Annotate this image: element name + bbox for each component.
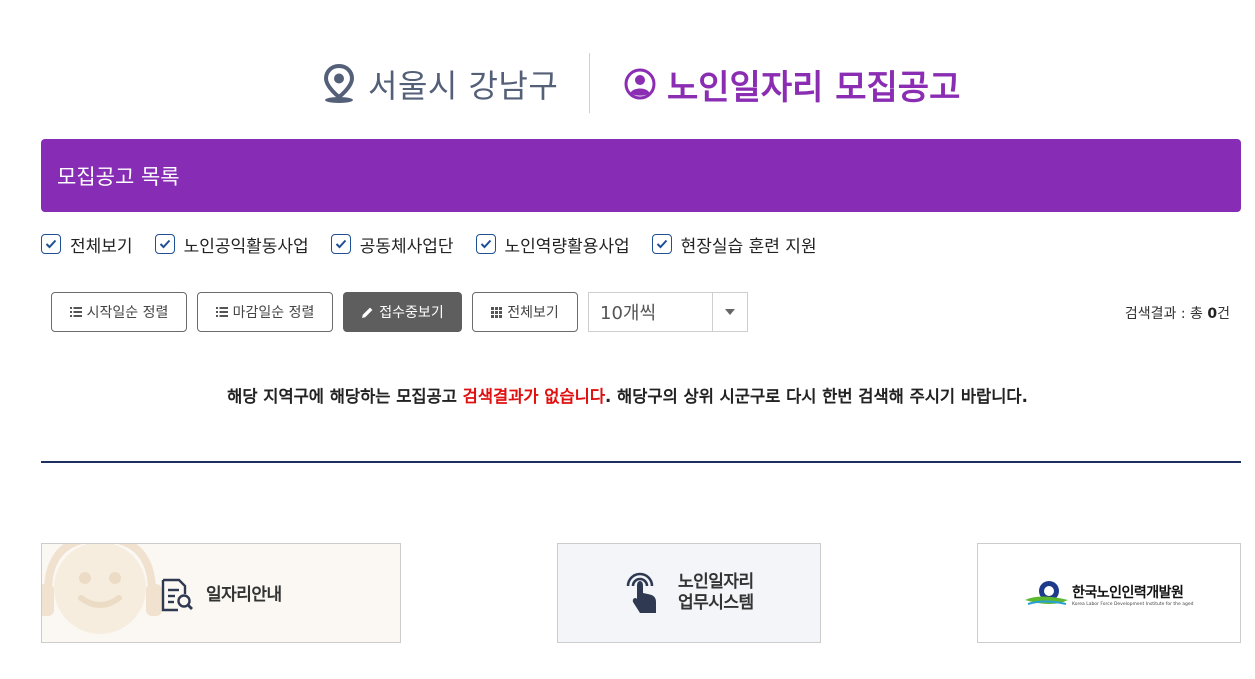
filter-community-business[interactable]: 공동체사업단 [330, 232, 454, 257]
check-icon [480, 239, 491, 249]
result-number: 0 [1207, 306, 1218, 322]
touch-hand-icon [626, 572, 656, 613]
logo-english: Korea Labor Force Development Institute … [1072, 601, 1194, 607]
view-open-button[interactable]: 접수중보기 [343, 292, 462, 332]
message-part1: 해당 지역구에 해당하는 모집공고 [227, 387, 463, 406]
checkbox[interactable] [41, 234, 61, 254]
checkbox[interactable] [651, 234, 672, 254]
list-header-bar: 모집공고 목록 [41, 139, 1241, 212]
sort-end-button[interactable]: 마감일순 정렬 [197, 292, 333, 332]
location-text: 서울시 강남구 [368, 67, 559, 105]
list-icon [69, 307, 82, 317]
logo-korean: 한국노인인력개발원 [1072, 584, 1184, 601]
filter-label: 노인공익활동사업 [183, 236, 309, 257]
chevron-down-icon[interactable] [712, 293, 747, 331]
filter-checkboxes: 전체보기 노인공익활동사업 공동체사업단 노인역량활용사업 현장실습 훈련 지원 [41, 232, 839, 257]
filter-field-training[interactable]: 현장실습 훈련 지원 [651, 232, 817, 257]
page-size-select[interactable]: 10개씩 [588, 292, 748, 332]
institute-logo-text: 한국노인인력개발원 Korea Labor Force Development … [1072, 582, 1193, 607]
search-result-count: 검색결과 : 총 0건 [1125, 303, 1230, 323]
checkbox[interactable] [475, 234, 496, 254]
institute-logo-icon [1025, 581, 1068, 605]
message-part2: . 해당구의 상위 시군구로 다시 한번 검색해 주시기 바랍니다. [605, 387, 1028, 406]
page-title-text: 노인일자리 모집공고 [667, 67, 961, 108]
filter-all[interactable]: 전체보기 [41, 232, 133, 257]
filter-label: 공동체사업단 [359, 236, 454, 257]
document-search-icon [161, 578, 193, 612]
check-icon [335, 239, 346, 249]
filter-capacity-utilization[interactable]: 노인역량활용사업 [475, 232, 630, 257]
filter-label: 노인역량활용사업 [504, 236, 630, 257]
location-pin-icon [323, 64, 355, 103]
list-controls: 시작일순 정렬 마감일순 정렬 접수중보기 전체보기 10개씩 [51, 292, 748, 332]
institute-logo-card[interactable]: 한국노인인력개발원 Korea Labor Force Development … [977, 543, 1241, 643]
message-highlight: 검색결과가 없습니다 [462, 387, 606, 406]
checkbox[interactable] [330, 234, 351, 254]
header-divider [589, 53, 590, 113]
check-icon [159, 239, 170, 249]
view-all-label: 전체보기 [507, 305, 559, 321]
list-icon [215, 307, 228, 317]
filter-label: 현장실습 훈련 지원 [680, 236, 817, 257]
result-unit: 건 [1217, 306, 1230, 322]
sort-start-label: 시작일순 정렬 [86, 305, 169, 321]
view-open-label: 접수중보기 [379, 305, 444, 321]
page-title: 노인일자리 모집공고 [623, 62, 961, 108]
view-all-button[interactable]: 전체보기 [472, 292, 578, 332]
result-label: 검색결과 : 총 [1124, 306, 1203, 322]
job-info-card[interactable]: 일자리안내 [41, 543, 401, 643]
work-system-card[interactable]: 노인일자리 업무시스템 [557, 543, 821, 643]
grid-icon [491, 306, 503, 318]
list-title: 모집공고 목록 [57, 165, 180, 189]
page-size-value: 10개씩 [600, 303, 657, 324]
work-system-text: 노인일자리 업무시스템 [678, 572, 754, 614]
no-result-message: 해당 지역구에 해당하는 모집공고 검색결과가 없습니다. 해당구의 상위 시군… [0, 383, 1255, 407]
section-divider [41, 461, 1241, 463]
page-header: 서울시 강남구 노인일자리 모집공고 [0, 50, 1255, 116]
pencil-icon [361, 306, 374, 319]
work-system-line1: 노인일자리 [678, 572, 754, 592]
filter-public-activity[interactable]: 노인공익활동사업 [154, 232, 309, 257]
check-icon [45, 239, 57, 249]
check-icon [656, 239, 667, 249]
user-circle-icon [624, 68, 656, 100]
sort-end-label: 마감일순 정렬 [232, 305, 315, 321]
work-system-line2: 업무시스템 [678, 593, 754, 613]
location: 서울시 강남구 [322, 62, 558, 106]
sort-start-button[interactable]: 시작일순 정렬 [51, 292, 187, 332]
checkbox[interactable] [154, 234, 175, 254]
job-info-label: 일자리안내 [206, 584, 282, 605]
filter-label: 전체보기 [70, 236, 133, 257]
headset-person-icon [42, 544, 162, 634]
